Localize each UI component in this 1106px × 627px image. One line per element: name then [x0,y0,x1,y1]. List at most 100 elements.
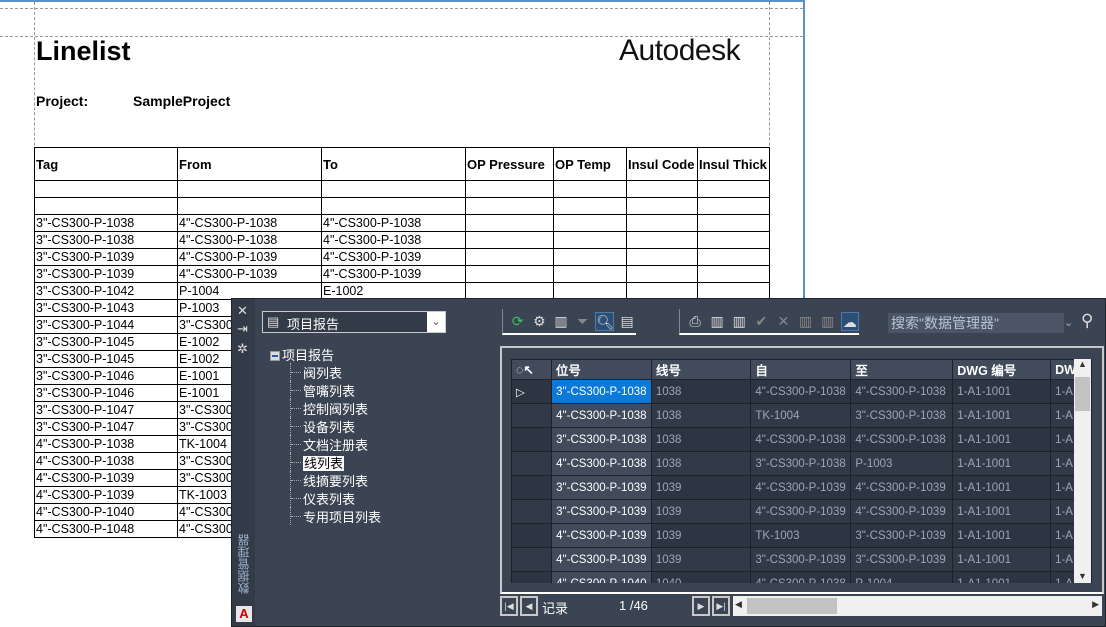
grid-cell[interactable]: 4"-CS300-P-1039 [850,499,954,524]
row-header[interactable] [511,475,552,500]
grid-row[interactable]: 4"-CS300-P-1038 1038 3"-CS300-P-1038 P-1003… [511,451,1092,476]
reject-icon[interactable]: ✕ [774,312,792,331]
vertical-scrollbar[interactable]: ▲ ▼ [1074,359,1091,583]
select-all-icon[interactable]: ◌↖ [511,359,552,380]
grid-cell[interactable]: 1-A1-1001 [952,523,1052,548]
scroll-thumb[interactable] [747,598,837,614]
horizontal-scrollbar[interactable]: ◀ ▶ [733,596,1102,616]
chevron-down-icon[interactable]: ⌄ [427,312,445,332]
tree-item[interactable]: 专用项目列表 [290,507,381,525]
grid-cell[interactable]: 4"-CS300-P-1038 [750,571,852,583]
grid-cell[interactable]: 3"-CS300-P-1038 [550,379,652,404]
grid-cell[interactable]: 3"-CS300-P-1039 [550,499,652,524]
grid-cell[interactable]: 1-A1-1001 [952,403,1052,428]
data-grid[interactable]: ◌↖ 位号 线号自至 DWG 编号 DW ▷ 3"-CS300-P-1038 1038 4"-… [511,359,1092,583]
chevron-down-icon[interactable]: ⌄ [1064,313,1080,333]
grid-cell[interactable]: TK-1004 [750,403,852,428]
first-record-button[interactable]: |◀ [500,596,518,616]
grid-cell[interactable]: 4"-CS300-P-1040 [550,571,652,583]
grid-column-header[interactable]: 至 [850,359,954,380]
tree-item[interactable]: 线列表 [290,453,381,471]
grid-cell[interactable]: 1-A1-1001 [952,547,1052,572]
grid-row[interactable]: 4"-CS300-P-104010404"-CS300-P-1038P-1004… [511,571,1092,583]
grid-column-header[interactable]: 位号 [550,359,652,380]
scroll-left-icon[interactable]: ◀ [735,599,742,610]
tree-item[interactable]: 控制阀列表 [290,399,381,417]
grid-cell[interactable]: 1-A1-1001 [952,499,1052,524]
export-icon[interactable]: ▥ [708,312,726,331]
search-input[interactable]: 搜索"数据管理器" [888,313,1064,333]
autohide-icon[interactable]: ⇥ [237,321,248,337]
grid-cell[interactable]: 1-A1-1001 [952,475,1052,500]
tree-item[interactable]: 设备列表 [290,417,381,435]
select-icon[interactable]: ▤ [618,312,636,331]
row-header[interactable] [511,547,552,572]
row-header[interactable] [511,403,552,428]
grid-cell[interactable]: 3"-CS300-P-1039 [550,475,652,500]
row-header[interactable] [511,571,552,583]
grid-row[interactable]: ▷ 3"-CS300-P-1038 1038 4"-CS300-P-1038 4"-CS… [511,379,1092,404]
grid-column-header[interactable]: 自 [750,359,852,380]
print-icon[interactable]: ⎙ [686,312,704,331]
grid-cell[interactable]: 1039 [650,523,752,548]
grid-row[interactable]: 3"-CS300-P-1039 1039 4"-CS300-P-1039 4"-CS3… [511,475,1092,500]
report-type-dropdown[interactable]: ▤ 项目报告 ⌄ [262,311,446,333]
grid-cell[interactable]: 1-A1-1001 [952,427,1052,452]
scroll-down-icon[interactable]: ▼ [1074,571,1091,581]
collapse-icon[interactable] [270,351,280,361]
tree-item[interactable]: 管嘴列表 [290,381,381,399]
scroll-up-icon[interactable]: ▲ [1074,359,1091,369]
row-header[interactable] [511,523,552,548]
revision-cloud-icon[interactable]: ☁ [840,311,859,331]
grid-cell[interactable]: 3"-CS300-P-1038 [550,427,652,452]
grid-cell[interactable]: 4"-CS300-P-1038 [850,379,954,404]
grid-cell[interactable]: 4"-CS300-P-1039 [750,475,852,500]
grid-cell[interactable]: 1038 [650,427,752,452]
grid-cell[interactable]: 1-A1-1001 [952,451,1052,476]
grid-cell[interactable]: 4"-CS300-P-1039 [750,499,852,524]
close-icon[interactable]: ✕ [237,303,248,319]
refresh-icon[interactable]: ⟳ [509,312,527,331]
grid-row[interactable]: 3"-CS300-P-1039 1039 4"-CS300-P-1039 4"-CS3… [511,499,1092,524]
grid-cell[interactable]: 4"-CS300-P-1038 [750,427,852,452]
grid-column-header[interactable]: 线号 [650,359,752,380]
grid-cell[interactable]: 3"-CS300-P-1038 [850,403,954,428]
grid-cell[interactable]: 1038 [650,451,752,476]
tree-item[interactable]: 阀列表 [290,363,381,381]
search-icon[interactable]: 🔍︎ [595,311,615,331]
palette-titlebar[interactable]: ✕ ⇥ ✲ 数据管理器 A [232,299,255,626]
grid-cell[interactable]: 1039 [650,499,752,524]
grid-cell[interactable]: 1040 [650,571,752,583]
scroll-right-icon[interactable]: ▶ [1092,599,1099,610]
grid-cell[interactable]: 4"-CS300-P-1039 [550,523,652,548]
reject-all-icon[interactable]: ▥ [819,312,837,331]
grid-cell[interactable]: 1039 [650,547,752,572]
previous-record-button[interactable]: ◀ [520,596,538,616]
import-icon[interactable]: ▥ [730,312,748,331]
tree-item[interactable]: 仪表列表 [290,489,381,507]
grid-cell[interactable]: P-1003 [850,451,954,476]
clear-filter-icon[interactable]: ⏷ [574,312,592,331]
accept-all-icon[interactable]: ▥ [797,312,815,331]
search-icon[interactable]: ⚲ [1081,311,1093,331]
grid-cell[interactable]: 4"-CS300-P-1039 [550,547,652,572]
grid-cell[interactable]: 3"-CS300-P-1039 [750,547,852,572]
zoom-to-icon[interactable]: ⚙ [531,312,549,331]
grid-cell[interactable]: 3"-CS300-P-1039 [850,523,954,548]
accept-icon[interactable]: ✔ [752,312,770,331]
grid-cell[interactable]: 4"-CS300-P-1038 [550,403,652,428]
row-header[interactable] [511,427,552,452]
grid-cell[interactable]: 4"-CS300-P-1038 [750,379,852,404]
grid-cell[interactable]: 3"-CS300-P-1038 [750,451,852,476]
tree-item[interactable]: 文档注册表 [290,435,381,453]
grid-row[interactable]: 4"-CS300-P-1039 1039 TK-1003 3"-CS300-P-103… [511,523,1092,548]
grid-row[interactable]: 3"-CS300-P-1038 1038 4"-CS300-P-1038 4"-CS3… [511,427,1092,452]
next-record-button[interactable]: ▶ [692,596,710,616]
row-header[interactable] [511,499,552,524]
last-record-button[interactable]: ▶| [712,596,730,616]
columns-icon[interactable]: ▥ [552,312,570,331]
tree-item[interactable]: 线摘要列表 [290,471,381,489]
grid-cell[interactable]: 4"-CS300-P-1038 [850,427,954,452]
grid-cell[interactable]: TK-1003 [750,523,852,548]
tree-root[interactable]: 项目报告 [270,345,381,363]
